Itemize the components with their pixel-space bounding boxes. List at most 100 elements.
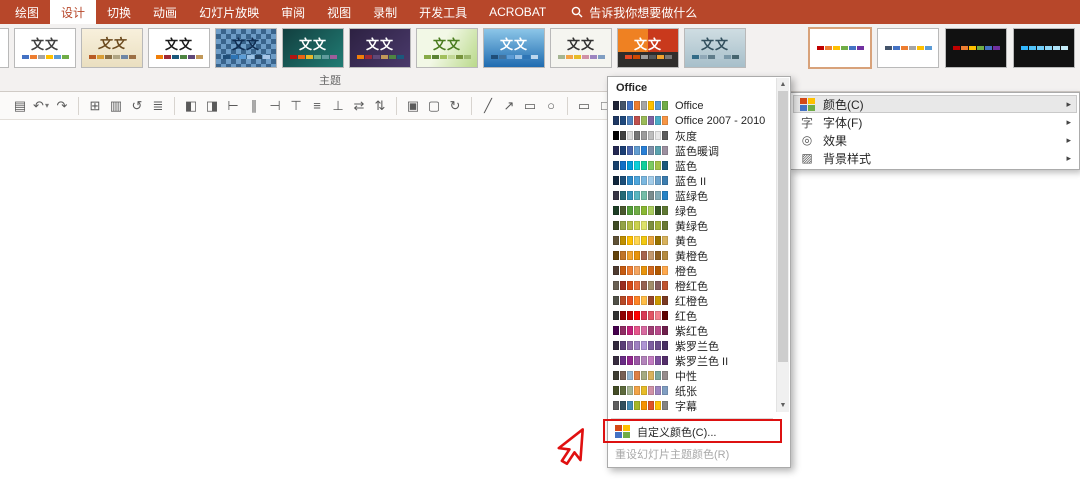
color-scheme-item[interactable]: 紫红色	[608, 323, 775, 338]
theme-color-strip	[691, 54, 739, 59]
menu-item-effects[interactable]: ◎ 效果 ▸	[793, 131, 1077, 149]
ribbon-tab[interactable]: 切换	[96, 0, 142, 24]
ribbon-tab[interactable]: 绘图	[4, 0, 50, 24]
tell-me-search[interactable]: 告诉我你想要做什么	[557, 0, 711, 24]
theme-thumbnail[interactable]: 文文	[550, 28, 612, 68]
align-middle-icon[interactable]: ≡	[307, 96, 327, 116]
scheme-swatches	[613, 356, 668, 365]
scheme-name: 橙红色	[675, 280, 708, 293]
ribbon-tab[interactable]: 审阅	[270, 0, 316, 24]
ungroup-icon[interactable]: ▢	[424, 96, 444, 116]
ribbon-tab[interactable]: ACROBAT	[478, 0, 557, 24]
menu-item-background-styles[interactable]: ▨ 背景样式 ▸	[793, 149, 1077, 167]
ribbon-tab[interactable]: 动画	[142, 0, 188, 24]
reset-slide-icon[interactable]: ↺	[127, 96, 147, 116]
theme-thumbnail[interactable]	[0, 28, 9, 68]
theme-thumbnail[interactable]: 文文	[617, 28, 679, 68]
ribbon-tab[interactable]: 幻灯片放映	[188, 0, 270, 24]
theme-thumbnail[interactable]: 文文	[215, 28, 277, 68]
send-backward-icon[interactable]: ◨	[202, 96, 222, 116]
theme-thumbnail[interactable]: 文文	[483, 28, 545, 68]
shape-oval-icon[interactable]: ○	[541, 96, 561, 116]
color-scheme-item[interactable]: Office 2007 - 2010	[608, 113, 775, 128]
ribbon-tab[interactable]: 录制	[362, 0, 408, 24]
align-center-icon[interactable]: ∥	[244, 96, 264, 116]
theme-thumbnail[interactable]: 文文	[684, 28, 746, 68]
align-left-icon[interactable]: ⊢	[223, 96, 243, 116]
dropdown-scrollbar[interactable]: ▲ ▼	[776, 78, 789, 412]
variant-thumbnail[interactable]	[877, 28, 939, 68]
color-scheme-item[interactable]: 橙红色	[608, 278, 775, 293]
color-scheme-item[interactable]: 蓝绿色	[608, 188, 775, 203]
distribute-vertical-icon[interactable]: ⇅	[370, 96, 390, 116]
shape-line-icon[interactable]: ╱	[478, 96, 498, 116]
variant-color-strip	[952, 46, 1000, 50]
color-swatch	[380, 54, 388, 59]
variant-thumbnail[interactable]	[945, 28, 1007, 68]
color-swatch	[634, 191, 640, 200]
redo-icon[interactable]: ↷	[52, 96, 72, 116]
save-icon[interactable]: ▤	[10, 96, 30, 116]
color-scheme-item[interactable]: 蓝色暖调	[608, 143, 775, 158]
section-icon[interactable]: ≣	[148, 96, 168, 116]
variant-thumbnail[interactable]	[808, 27, 872, 69]
distribute-horizontal-icon[interactable]: ⇄	[349, 96, 369, 116]
color-scheme-item[interactable]: 橙色	[608, 263, 775, 278]
theme-thumbnail[interactable]: 文文	[349, 28, 411, 68]
slide-layout-icon[interactable]: ▥	[106, 96, 126, 116]
color-scheme-item[interactable]: 纸张	[608, 383, 775, 398]
theme-color-strip	[624, 54, 672, 59]
theme-thumbnail[interactable]: 文文	[81, 28, 143, 68]
color-swatch	[613, 221, 619, 230]
color-scheme-item[interactable]: 绿色	[608, 203, 775, 218]
color-scheme-item[interactable]: 蓝色	[608, 158, 775, 173]
color-scheme-item[interactable]: Office	[608, 98, 775, 113]
color-swatch	[613, 191, 619, 200]
color-swatch	[655, 131, 661, 140]
theme-thumbnail[interactable]: 文文	[148, 28, 210, 68]
scroll-down-icon[interactable]: ▼	[777, 399, 789, 412]
slide-canvas[interactable]	[0, 121, 1080, 484]
scrollbar-thumb[interactable]	[778, 91, 788, 363]
scheme-swatches	[613, 191, 668, 200]
bring-forward-icon[interactable]: ◧	[181, 96, 201, 116]
color-scheme-item[interactable]: 紫罗兰色	[608, 338, 775, 353]
color-swatch	[396, 54, 404, 59]
align-right-icon[interactable]: ⊣	[265, 96, 285, 116]
shape-rectangle-icon[interactable]: ▭	[520, 96, 540, 116]
ribbon-tab[interactable]: 设计	[50, 0, 97, 24]
ribbon-tab[interactable]: 视图	[316, 0, 362, 24]
color-scheme-item[interactable]: 黄橙色	[608, 248, 775, 263]
color-scheme-item[interactable]: 红橙色	[608, 293, 775, 308]
color-scheme-item[interactable]: 紫罗兰色 II	[608, 353, 775, 368]
color-swatch	[620, 116, 626, 125]
theme-thumbnail[interactable]: 文文	[282, 28, 344, 68]
theme-thumbnail[interactable]: 文文	[14, 28, 76, 68]
ribbon-tab[interactable]: 开发工具	[408, 0, 478, 24]
rotate-icon[interactable]: ↻	[445, 96, 465, 116]
color-scheme-item[interactable]: 蓝色 II	[608, 173, 775, 188]
color-scheme-item[interactable]: 中性	[608, 368, 775, 383]
new-slide-icon[interactable]: ⊞	[85, 96, 105, 116]
scrollbar-track[interactable]	[777, 91, 789, 399]
undo-icon[interactable]: ↶ ▾	[31, 96, 51, 116]
align-bottom-icon[interactable]: ⊥	[328, 96, 348, 116]
group-icon[interactable]: ▣	[403, 96, 423, 116]
menu-item-fonts[interactable]: 字字体(F) ▸	[793, 113, 1077, 131]
shape-arrow-icon[interactable]: ↗	[499, 96, 519, 116]
color-swatch	[655, 251, 661, 260]
color-scheme-item[interactable]: 字幕	[608, 398, 775, 413]
color-swatch	[613, 101, 619, 110]
color-scheme-item[interactable]: 黄绿色	[608, 218, 775, 233]
align-top-icon[interactable]: ⊤	[286, 96, 306, 116]
theme-thumbnail[interactable]: 文文	[416, 28, 478, 68]
color-scheme-item[interactable]: 红色	[608, 308, 775, 323]
color-swatch	[179, 54, 187, 59]
variant-thumbnail[interactable]	[1013, 28, 1075, 68]
scroll-up-icon[interactable]: ▲	[777, 78, 789, 91]
rectangle-icon[interactable]: ▭	[574, 96, 594, 116]
color-scheme-item[interactable]: 黄色	[608, 233, 775, 248]
color-scheme-item[interactable]: 灰度	[608, 128, 775, 143]
color-swatch	[620, 101, 626, 110]
menu-item-colors[interactable]: 颜色(C) ▸	[793, 95, 1077, 113]
